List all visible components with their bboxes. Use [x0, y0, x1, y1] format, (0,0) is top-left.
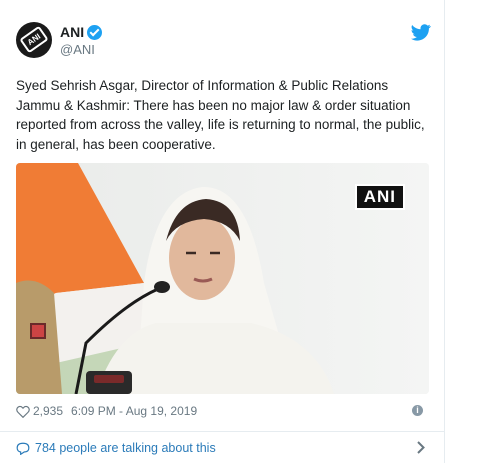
tweet-media-image[interactable]: ANI: [16, 163, 429, 394]
comment-bubble-icon: [16, 442, 30, 455]
tweet-text: Syed Sehrish Asgar, Director of Informat…: [16, 78, 425, 152]
name-row[interactable]: ANI: [60, 24, 103, 40]
avatar-logo: ANI: [19, 25, 49, 54]
conversation-label[interactable]: 784 people are talking about this: [35, 441, 216, 455]
tweet-timestamp[interactable]: 6:09 PM - Aug 19, 2019: [71, 404, 197, 418]
tweet-card: ANI ANI @ANI Syed Sehrish Asgar, Directo…: [0, 0, 445, 463]
heart-icon[interactable]: [16, 405, 30, 418]
verified-badge-icon: [87, 24, 103, 40]
divider: [0, 431, 445, 432]
display-name[interactable]: ANI: [60, 24, 84, 40]
ani-watermark: ANI: [354, 184, 405, 210]
tweet-header: ANI ANI @ANI: [16, 22, 431, 62]
avatar[interactable]: ANI: [16, 22, 52, 58]
twitter-bird-icon[interactable]: [411, 24, 431, 41]
like-count[interactable]: 2,935: [33, 404, 63, 418]
account-handle[interactable]: @ANI: [60, 42, 95, 57]
tweet-meta: 2,935 6:09 PM - Aug 19, 2019 i: [16, 402, 429, 420]
chevron-right-icon[interactable]: [417, 441, 425, 454]
conversation-link[interactable]: 784 people are talking about this: [16, 438, 429, 458]
info-icon[interactable]: i: [412, 405, 423, 416]
